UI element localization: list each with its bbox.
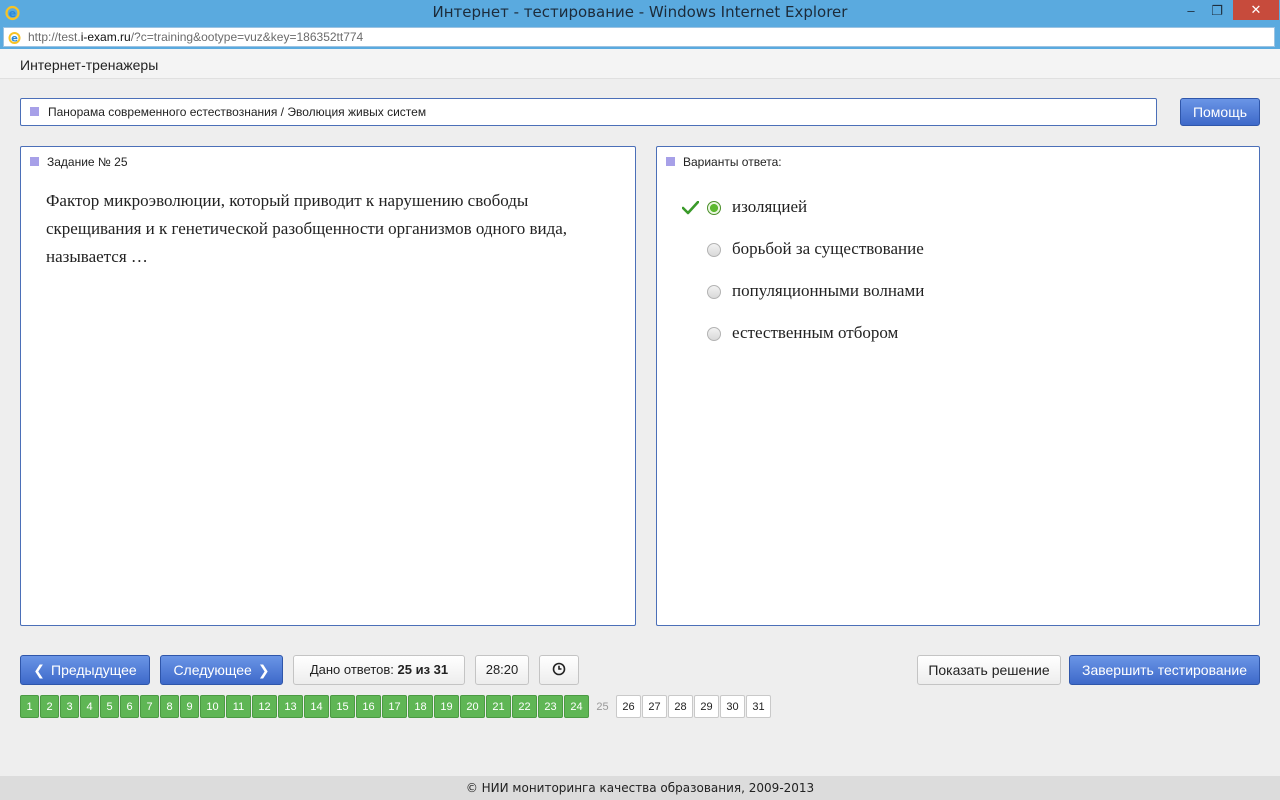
page-button-11[interactable]: 11 — [226, 695, 251, 718]
bullet-square-icon — [666, 157, 675, 167]
page-button-21[interactable]: 21 — [486, 695, 511, 718]
finish-test-button[interactable]: Завершить тестирование — [1069, 655, 1260, 685]
help-button[interactable]: Помощь — [1180, 98, 1260, 126]
svg-text:e: e — [11, 34, 18, 45]
answered-prefix: Дано ответов: — [309, 662, 394, 677]
maximize-button[interactable]: ❐ — [1204, 0, 1230, 22]
answered-counter: Дано ответов: 25 из 31 — [293, 655, 465, 685]
page-button-20[interactable]: 20 — [460, 695, 485, 718]
page-button-3[interactable]: 3 — [60, 695, 79, 718]
radio-unselected[interactable] — [707, 327, 721, 341]
answered-value: 25 из 31 — [397, 662, 449, 677]
show-solution-button[interactable]: Показать решение — [917, 655, 1061, 685]
timer-display: 28:20 — [475, 655, 529, 685]
url-field[interactable]: e http://test.i-exam.ru/?c=training&ooty… — [3, 27, 1275, 47]
page-button-16[interactable]: 16 — [356, 695, 381, 718]
page-button-25[interactable]: 25 — [590, 695, 615, 718]
page-button-23[interactable]: 23 — [538, 695, 563, 718]
answers-header: Варианты ответа: — [666, 155, 782, 169]
previous-button[interactable]: ❮ Предыдущее — [20, 655, 150, 685]
page-button-1[interactable]: 1 — [20, 695, 39, 718]
chevron-right-icon: ❯ — [257, 662, 270, 678]
next-button[interactable]: Следующее ❯ — [160, 655, 283, 685]
page-button-10[interactable]: 10 — [200, 695, 225, 718]
previous-label: Предыдущее — [51, 662, 137, 678]
page-button-9[interactable]: 9 — [180, 695, 199, 718]
answer-label: борьбой за существование — [732, 239, 924, 258]
breadcrumb-text: Панорама современного естествознания / Э… — [48, 105, 427, 119]
page-button-15[interactable]: 15 — [330, 695, 355, 718]
page-button-13[interactable]: 13 — [278, 695, 303, 718]
window-title: Интернет - тестирование - Windows Intern… — [432, 3, 848, 21]
page-button-31[interactable]: 31 — [746, 695, 771, 718]
answers-title: Варианты ответа: — [683, 155, 782, 169]
task-header: Задание № 25 — [30, 155, 128, 169]
page-button-5[interactable]: 5 — [100, 695, 119, 718]
page-button-28[interactable]: 28 — [668, 695, 693, 718]
task-title: Задание № 25 — [47, 155, 128, 169]
answer-label: популяционными волнами — [732, 281, 925, 300]
bullet-square-icon — [30, 107, 39, 116]
close-button[interactable]: ✕ — [1233, 0, 1279, 20]
page-button-4[interactable]: 4 — [80, 695, 99, 718]
question-text: Фактор микроэволюции, который приводит к… — [46, 191, 568, 266]
page-button-22[interactable]: 22 — [512, 695, 537, 718]
page-button-7[interactable]: 7 — [140, 695, 159, 718]
url-domain: i-exam.ru — [80, 30, 131, 44]
clock-button[interactable] — [539, 655, 579, 685]
site-brand: Интернет-тренажеры — [20, 57, 159, 73]
page-button-17[interactable]: 17 — [382, 695, 407, 718]
clock-icon — [552, 662, 566, 676]
page-button-29[interactable]: 29 — [694, 695, 719, 718]
page-button-19[interactable]: 19 — [434, 695, 459, 718]
page-button-26[interactable]: 26 — [616, 695, 641, 718]
answer-label: изоляцией — [732, 197, 808, 216]
page-button-8[interactable]: 8 — [160, 695, 179, 718]
window-titlebar: e Интернет - тестирование - Windows Inte… — [0, 0, 1280, 25]
minimize-button[interactable]: – — [1178, 0, 1204, 22]
radio-unselected[interactable] — [707, 243, 721, 257]
radio-selected[interactable] — [707, 201, 721, 215]
page-favicon-icon: e — [8, 32, 21, 45]
page-button-30[interactable]: 30 — [720, 695, 745, 718]
task-panel: Задание № 25 Фактор микроэволюции, котор… — [20, 146, 636, 626]
address-bar: e http://test.i-exam.ru/?c=training&ooty… — [0, 25, 1280, 49]
bullet-square-icon — [30, 157, 39, 167]
page-button-2[interactable]: 2 — [40, 695, 59, 718]
page-button-24[interactable]: 24 — [564, 695, 589, 718]
page-header: Интернет-тренажеры — [0, 49, 1280, 79]
page-button-27[interactable]: 27 — [642, 695, 667, 718]
next-label: Следующее — [173, 662, 252, 678]
page-button-18[interactable]: 18 — [408, 695, 433, 718]
url-text: http://test.i-exam.ru/?c=training&ootype… — [28, 30, 364, 44]
page-footer: © НИИ мониторинга качества образования, … — [0, 776, 1280, 800]
page-button-12[interactable]: 12 — [252, 695, 277, 718]
breadcrumb: Панорама современного естествознания / Э… — [20, 98, 1157, 126]
page-button-6[interactable]: 6 — [120, 695, 139, 718]
checkmark-icon — [682, 201, 699, 215]
answers-panel: Варианты ответа: изоляцией борьбой за су… — [656, 146, 1260, 626]
chevron-left-icon: ❮ — [33, 662, 46, 678]
answer-label: естественным отбором — [732, 323, 899, 342]
page-button-14[interactable]: 14 — [304, 695, 329, 718]
radio-unselected[interactable] — [707, 285, 721, 299]
